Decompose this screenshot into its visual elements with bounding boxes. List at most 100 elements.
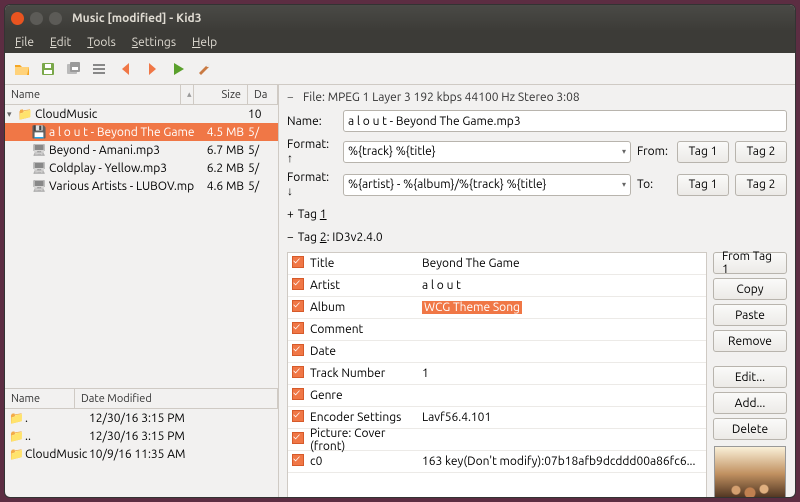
- cover-art-thumbnail[interactable]: [714, 446, 786, 497]
- dir-col-date[interactable]: Date Modified: [75, 389, 278, 408]
- tag-value[interactable]: 163 key(Don't modify):07b18afb9dcddd00a8…: [418, 455, 706, 468]
- configure-icon[interactable]: [193, 58, 215, 80]
- tag-key: Encoder Settings: [308, 411, 418, 424]
- format-up-combo[interactable]: %{track} %{title}▾: [343, 141, 631, 163]
- left-panel: Name ▴ Size Da ▾ 📁 CloudMusic 10 💾 a l o…: [5, 85, 279, 497]
- tag-value[interactable]: a l o u t: [418, 279, 706, 292]
- next-icon[interactable]: [141, 58, 163, 80]
- col-size[interactable]: Size: [194, 85, 248, 104]
- file-row[interactable]: 💾 a l o u t - Beyond The Game.mp3 4.5 MB…: [5, 123, 278, 141]
- expand-icon[interactable]: +: [287, 208, 294, 221]
- dir-name: ..: [25, 430, 89, 443]
- menu-help[interactable]: Help: [192, 36, 217, 49]
- close-icon[interactable]: [11, 12, 24, 25]
- folder-icon: 📁: [9, 411, 25, 425]
- tag-value[interactable]: Beyond The Game: [418, 257, 706, 270]
- file-name: Various Artists - LUBOV.mp3: [47, 180, 194, 193]
- format-dn-combo[interactable]: %{artist} - %{album}/%{track} %{title}▾: [343, 174, 631, 196]
- minimize-icon[interactable]: [30, 12, 43, 25]
- paste-button[interactable]: Paste: [713, 304, 787, 326]
- chevron-down-icon: ▾: [622, 180, 626, 189]
- file-list-header: Name ▴ Size Da: [5, 85, 278, 105]
- window-title: Music [modified] - Kid3: [72, 12, 202, 25]
- sort-indicator-icon: ▴: [181, 85, 194, 104]
- tag1-header[interactable]: + Tag 1: [287, 208, 787, 221]
- prev-icon[interactable]: [115, 58, 137, 80]
- tag-row[interactable]: Album WCG Theme Song: [288, 297, 706, 319]
- tag-row[interactable]: Genre: [288, 385, 706, 407]
- from-label: From:: [637, 145, 671, 158]
- tag-checkbox[interactable]: [288, 454, 308, 469]
- from-tag1-button[interactable]: Tag 1: [677, 141, 729, 163]
- menubar: File Edit Tools Settings Help: [5, 31, 795, 53]
- col-name[interactable]: Name: [5, 85, 181, 104]
- file-row[interactable]: 🖥 Coldplay - Yellow.mp3 6.2 MB 5/: [5, 159, 278, 177]
- dir-col-name[interactable]: Name: [5, 389, 75, 408]
- open-icon[interactable]: [11, 58, 33, 80]
- tag-key: Date: [308, 345, 418, 358]
- edit-button[interactable]: Edit...: [713, 366, 787, 388]
- to-tag1-button[interactable]: Tag 1: [677, 174, 729, 196]
- menu-edit[interactable]: Edit: [50, 36, 71, 49]
- file-date: 5/: [248, 180, 278, 193]
- name-input[interactable]: [343, 110, 787, 132]
- collapse-icon[interactable]: −: [287, 91, 297, 104]
- tag-key: Track Number: [308, 367, 418, 380]
- tag-value[interactable]: Lavf56.4.101: [418, 411, 706, 424]
- dir-list[interactable]: Name Date Modified 📁 . 12/30/16 3:15 PM📁…: [5, 389, 278, 497]
- tag-value[interactable]: 1: [418, 367, 706, 380]
- tree-folder-row[interactable]: ▾ 📁 CloudMusic 10: [5, 105, 278, 123]
- dir-row[interactable]: 📁 .. 12/30/16 3:15 PM: [5, 427, 278, 445]
- select-all-icon[interactable]: [89, 58, 111, 80]
- collapse-icon[interactable]: −: [287, 231, 294, 244]
- tag-row[interactable]: Artist a l o u t: [288, 275, 706, 297]
- tag-checkbox[interactable]: [288, 410, 308, 425]
- tag-row[interactable]: Track Number 1: [288, 363, 706, 385]
- tag-table[interactable]: Title Beyond The Game Artist a l o u t A…: [287, 252, 707, 497]
- tag-row[interactable]: Picture: Cover (front): [288, 429, 706, 451]
- from-tag1-button[interactable]: From Tag 1: [713, 252, 787, 274]
- right-panel: − File: MPEG 1 Layer 3 192 kbps 44100 Hz…: [279, 85, 795, 497]
- dir-row[interactable]: 📁 CloudMusic 10/9/16 11:35 AM: [5, 445, 278, 463]
- add-button[interactable]: Add...: [713, 392, 787, 414]
- tag-checkbox[interactable]: [288, 300, 308, 315]
- col-date[interactable]: Da: [248, 85, 278, 104]
- to-tag2-button[interactable]: Tag 2: [735, 174, 787, 196]
- tag-checkbox[interactable]: [288, 344, 308, 359]
- tag-row[interactable]: Title Beyond The Game: [288, 253, 706, 275]
- tag-row[interactable]: Comment: [288, 319, 706, 341]
- file-size: 4.5 MB: [194, 126, 248, 139]
- tag-row[interactable]: c0 163 key(Don't modify):07b18afb9dcddd0…: [288, 451, 706, 473]
- file-name: Coldplay - Yellow.mp3: [47, 162, 194, 175]
- file-info-row: − File: MPEG 1 Layer 3 192 kbps 44100 Hz…: [287, 91, 787, 104]
- tag-checkbox[interactable]: [288, 366, 308, 381]
- save-icon[interactable]: [37, 58, 59, 80]
- tag2-header[interactable]: − Tag 2: ID3v2.4.0: [287, 231, 787, 244]
- tag-checkbox[interactable]: [288, 388, 308, 403]
- menu-tools[interactable]: Tools: [87, 36, 116, 49]
- dir-row[interactable]: 📁 . 12/30/16 3:15 PM: [5, 409, 278, 427]
- maximize-icon[interactable]: [49, 12, 62, 25]
- delete-button[interactable]: Delete: [713, 418, 787, 440]
- tag-checkbox[interactable]: [288, 256, 308, 271]
- play-icon[interactable]: [167, 58, 189, 80]
- tag-value[interactable]: WCG Theme Song: [418, 301, 706, 314]
- dir-name: CloudMusic: [25, 448, 89, 461]
- tag-checkbox[interactable]: [288, 278, 308, 293]
- main-window: Music [modified] - Kid3 File Edit Tools …: [4, 4, 796, 498]
- tag-key: c0: [308, 455, 418, 468]
- file-list[interactable]: Name ▴ Size Da ▾ 📁 CloudMusic 10 💾 a l o…: [5, 85, 278, 389]
- tag-checkbox[interactable]: [288, 322, 308, 337]
- from-tag2-button[interactable]: Tag 2: [735, 141, 787, 163]
- file-row[interactable]: 🖥 Various Artists - LUBOV.mp3 4.6 MB 5/: [5, 177, 278, 195]
- tag-row[interactable]: Date: [288, 341, 706, 363]
- expand-icon[interactable]: ▾: [7, 109, 17, 120]
- folder-name: CloudMusic: [33, 108, 194, 121]
- copy-button[interactable]: Copy: [713, 278, 787, 300]
- menu-settings[interactable]: Settings: [132, 36, 176, 49]
- save-all-icon[interactable]: [63, 58, 85, 80]
- file-row[interactable]: 🖥 Beyond - Amani.mp3 6.7 MB 5/: [5, 141, 278, 159]
- tag-checkbox[interactable]: [288, 432, 308, 447]
- remove-button[interactable]: Remove: [713, 330, 787, 352]
- menu-file[interactable]: File: [15, 36, 34, 49]
